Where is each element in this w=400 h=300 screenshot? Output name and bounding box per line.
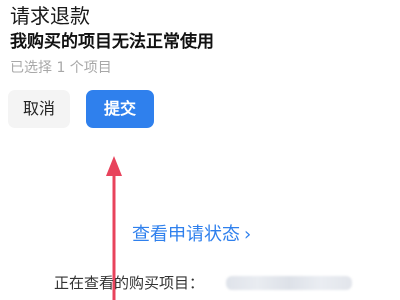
purchase-label: 正在查看的购买项目： (54, 274, 205, 292)
view-application-status-link[interactable]: 查看申请状态 › (132, 222, 251, 248)
purchase-id-redacted (226, 276, 352, 290)
selected-count-text: 已选择 1 个项目 (10, 60, 112, 76)
chevron-right-icon: › (244, 224, 252, 245)
cancel-button[interactable]: 取消 (8, 90, 70, 128)
refund-reason: 我购买的项目无法正常使用 (10, 32, 214, 52)
status-link-label: 查看申请状态 (132, 224, 240, 245)
submit-button[interactable]: 提交 (86, 90, 154, 128)
page-title: 请求退款 (10, 4, 90, 28)
